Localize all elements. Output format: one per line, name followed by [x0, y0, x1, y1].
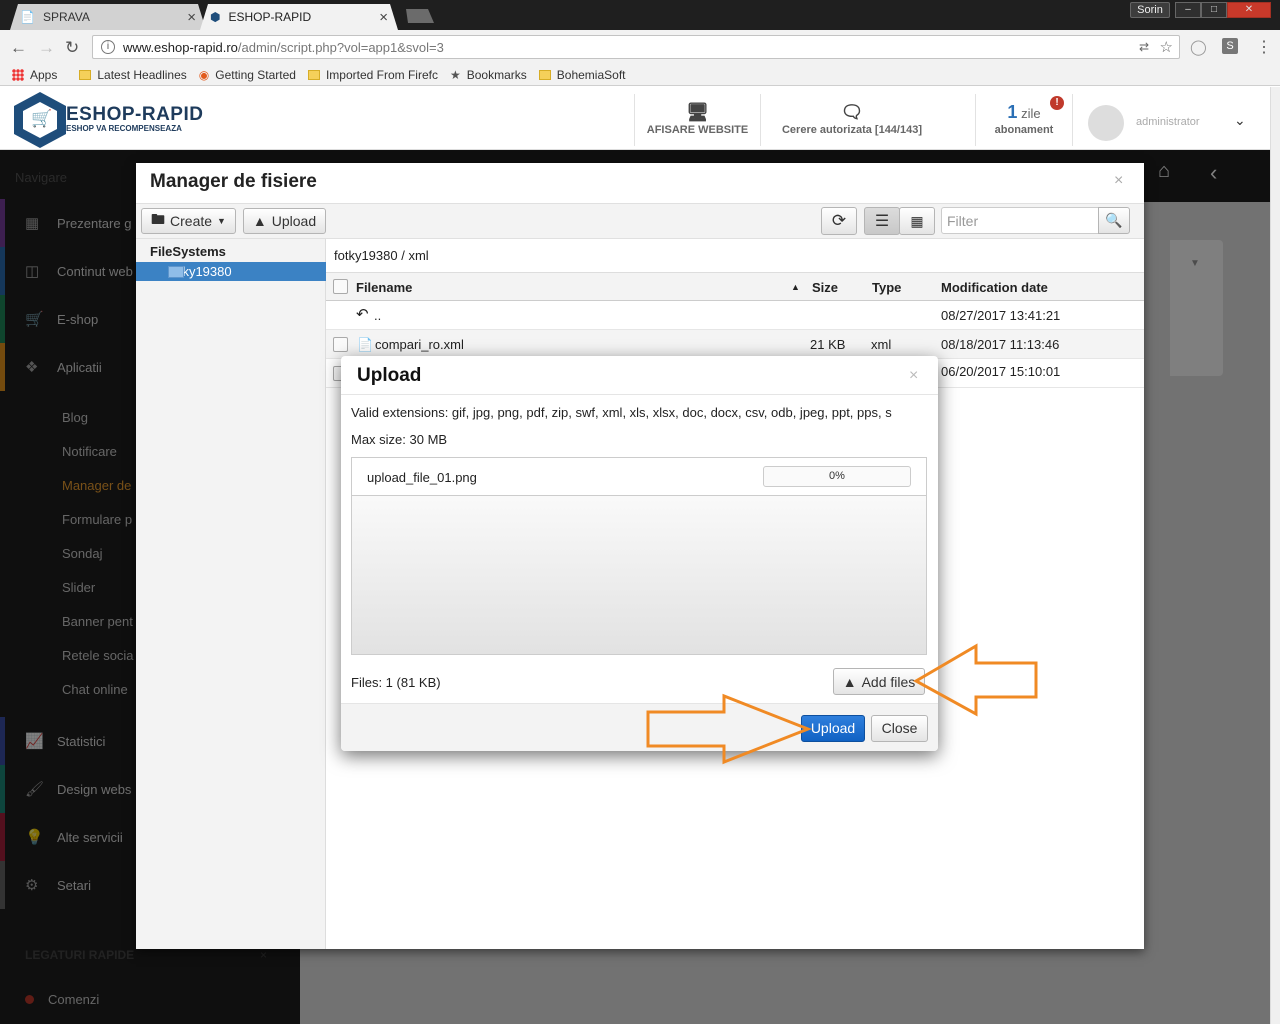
menu-icon[interactable]: ⋮ [1256, 37, 1272, 57]
page-scrollbar[interactable] [1270, 87, 1280, 1024]
select-all-checkbox[interactable] [333, 279, 348, 294]
files-count: Files: 1 (81 KB) [351, 675, 441, 690]
bookmark-bookmarks[interactable]: ★ Bookmarks [450, 68, 527, 82]
translate-icon[interactable]: ⇄ [1139, 40, 1149, 54]
browser-tab-eshop[interactable]: ⬢ ESHOP-RAPID × [200, 4, 398, 30]
column-modified[interactable]: Modification date [941, 280, 1048, 295]
address-bar[interactable]: i www.eshop-rapid.ro/admin/script.php?vo… [92, 35, 1180, 59]
filesystem-tree [136, 239, 326, 949]
afisare-website-button[interactable]: 🖥 AFISARE WEBSITE [634, 94, 760, 146]
add-files-button[interactable]: ▲ Add files [833, 668, 925, 695]
cart-icon: 🛒 [31, 109, 53, 128]
list-icon: ☰ [874, 213, 890, 230]
header-divider [1072, 94, 1073, 146]
page-icon: 📄 [20, 10, 35, 24]
star-icon: ★ [449, 67, 461, 82]
reload-icon[interactable]: ↻ [65, 38, 79, 58]
file-manager-title: Manager de fisiere [150, 171, 317, 192]
bookmark-apps[interactable]: Apps [12, 68, 57, 82]
close-tab-icon[interactable]: × [187, 9, 196, 26]
close-button[interactable]: Close [871, 715, 928, 742]
folder-plus-icon: 🖿 [151, 211, 166, 227]
row-checkbox[interactable] [333, 337, 348, 352]
folder-icon [79, 69, 92, 80]
divider [341, 394, 938, 395]
upload-toolbar-button[interactable]: ▲ Upload [243, 208, 326, 234]
bookmark-getting-started[interactable]: ◉ Getting Started [199, 68, 296, 82]
upload-dialog-title: Upload [357, 365, 422, 386]
breadcrumb: fotky19380 / xml [334, 248, 429, 263]
bookmark-latest-headlines[interactable]: Latest Headlines [79, 68, 187, 82]
column-type[interactable]: Type [872, 280, 901, 295]
max-size-text: Max size: 30 MB [351, 432, 448, 447]
profile-button[interactable]: Sorin [1130, 2, 1170, 18]
window-close-icon[interactable]: ✕ [1227, 2, 1271, 18]
list-view-button[interactable]: ☰ [864, 207, 900, 235]
search-icon[interactable]: 🔍 [1098, 207, 1130, 234]
url-domain: www.eshop-rapid.ro [123, 39, 238, 55]
monitor-icon: 🖥 [686, 102, 709, 122]
browser-tab-sprava[interactable]: 📄 SPRAVA × [10, 4, 206, 30]
days-count: 1 [1007, 102, 1018, 122]
close-icon[interactable]: × [1114, 172, 1123, 190]
folder-icon [538, 69, 551, 80]
bookmarks-bar: Apps Latest Headlines ◉ Getting Started I… [0, 64, 1280, 86]
tab-title: ESHOP-RAPID [228, 10, 312, 24]
upload-icon: ▲ [252, 213, 267, 229]
refresh-button[interactable]: ⟳ [821, 207, 857, 235]
file-list-header: Filename ▲ Size Type Modification date [326, 273, 1144, 301]
column-size[interactable]: Size [812, 280, 838, 295]
refresh-icon: ⟳ [831, 211, 847, 230]
close-tab-icon[interactable]: × [379, 9, 388, 26]
chat-icon: 🗨 [840, 102, 864, 122]
table-row[interactable]: ↶ .. 08/27/2017 13:41:21 [326, 301, 1144, 330]
tree-folder-item[interactable]: fotky19380 [136, 262, 326, 281]
tab-title: SPRAVA [42, 10, 90, 24]
upload-icon: ▲ [842, 673, 857, 690]
folder-icon [168, 266, 184, 278]
upload-file-name: upload_file_01.png [367, 470, 477, 485]
url-path: /admin/script.php?vol=app1&svol=3 [237, 39, 444, 55]
upload-progress-bar: 0% [763, 466, 911, 487]
column-filename[interactable]: Filename [356, 280, 412, 295]
sort-asc-icon: ▲ [791, 282, 800, 292]
grid-view-button[interactable]: ▦ [899, 207, 935, 235]
chevron-down-icon[interactable]: ⌄ [1234, 112, 1246, 129]
cerere-autorizata-button[interactable]: 🗨 Cerere autorizata [144/143] [760, 94, 943, 146]
forward-icon[interactable]: → [38, 38, 55, 58]
up-level-icon: ↶ [356, 306, 369, 323]
maximize-icon[interactable]: □ [1201, 2, 1227, 18]
extension-s-icon[interactable]: S [1222, 38, 1238, 54]
info-icon[interactable]: i [101, 40, 115, 54]
bookmark-star-icon[interactable]: ☆ [1160, 38, 1173, 56]
alert-icon: ! [1050, 96, 1064, 110]
filter-input[interactable]: Filter [941, 207, 1099, 234]
table-row[interactable]: 📄 compari_ro.xml 21 KB xml 08/18/2017 11… [326, 330, 1144, 359]
caret-down-icon: ▼ [217, 216, 226, 226]
firefox-icon: ◉ [198, 67, 210, 82]
extension-icon[interactable]: ◯ [1190, 38, 1207, 56]
upload-button[interactable]: Upload [801, 715, 865, 742]
bookmark-imported[interactable]: Imported From Firefc [307, 68, 438, 82]
avatar[interactable] [1088, 105, 1124, 141]
apps-icon [12, 68, 24, 81]
brand-name: ESHOP-RAPID [66, 104, 204, 125]
site-favicon-icon: ⬢ [210, 10, 221, 24]
back-icon[interactable]: ← [10, 38, 27, 58]
file-icon: 📄 [357, 337, 374, 352]
brand-tagline: ESHOP VA RECOMPENSEAZA [66, 124, 182, 133]
close-icon[interactable]: × [909, 367, 918, 385]
grid-icon: ▦ [910, 212, 924, 229]
filesystems-label: FileSystems [150, 244, 226, 259]
admin-name[interactable]: administrator [1136, 116, 1200, 128]
bookmark-bohemiasoft[interactable]: BohemiaSoft [538, 68, 626, 82]
folder-icon [307, 69, 320, 80]
minimize-icon[interactable]: – [1175, 2, 1201, 18]
valid-extensions-text: Valid extensions: gif, jpg, png, pdf, zi… [351, 405, 892, 420]
create-button[interactable]: 🖿 Create ▼ [141, 208, 236, 234]
